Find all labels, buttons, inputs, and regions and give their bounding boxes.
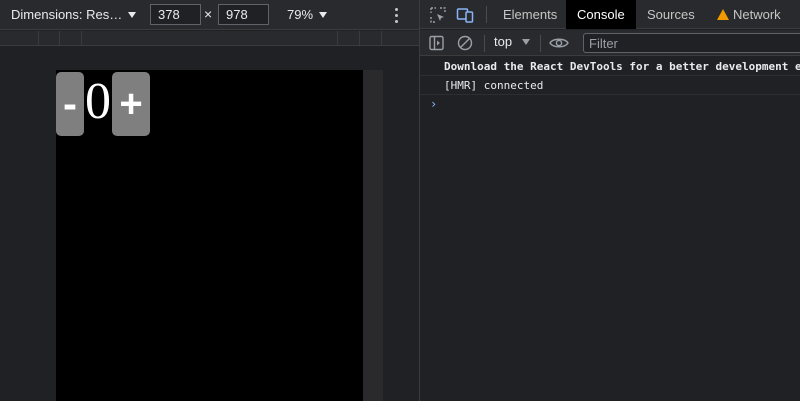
console-message: [HMR] connected <box>420 76 800 95</box>
tab-network[interactable]: Network <box>706 0 792 29</box>
viewport-resize-handle[interactable] <box>363 70 383 401</box>
height-input[interactable]: 978 <box>218 4 269 25</box>
console-output: Download the React DevTools for a better… <box>420 57 800 401</box>
media-query-ruler[interactable] <box>0 31 419 46</box>
console-message: Download the React DevTools for a better… <box>420 57 800 76</box>
context-dropdown[interactable]: top <box>494 34 531 49</box>
chevron-down-icon <box>319 11 328 18</box>
tab-elements[interactable]: Elements <box>492 0 568 29</box>
dimensions-dropdown[interactable]: Dimensions: Res… <box>11 7 137 22</box>
tab-console[interactable]: Console <box>566 0 636 29</box>
warning-triangle-icon <box>717 9 729 20</box>
counter-value: 0 <box>85 73 111 130</box>
live-expression-eye-icon[interactable] <box>548 34 570 52</box>
dimensions-label: Dimensions: Res… <box>11 7 123 22</box>
context-label: top <box>494 34 513 49</box>
console-toolbar: top <box>420 30 800 56</box>
console-prompt[interactable]: › <box>420 95 800 114</box>
device-toolbar: Dimensions: Res… 378 × 978 79% <box>0 0 419 30</box>
tab-sources[interactable]: Sources <box>636 0 706 29</box>
filter-input[interactable] <box>583 33 800 53</box>
emulated-viewport: - 0 + <box>56 70 363 401</box>
dimension-separator: × <box>204 6 213 22</box>
chevron-down-icon <box>522 38 531 45</box>
tab-network-label: Network <box>733 7 781 22</box>
viewport-gutter <box>0 46 56 401</box>
device-toolbar-icon[interactable] <box>456 6 474 24</box>
width-input[interactable]: 378 <box>150 4 201 25</box>
inspect-element-icon[interactable] <box>429 6 447 24</box>
sidebar-toggle-icon[interactable] <box>428 34 446 52</box>
chevron-down-icon <box>128 11 137 18</box>
increment-button[interactable]: + <box>112 72 150 136</box>
device-emulation-pane: Dimensions: Res… 378 × 978 79% - 0 + <box>0 0 419 401</box>
zoom-dropdown[interactable]: 79% <box>287 7 328 22</box>
zoom-label: 79% <box>287 7 314 22</box>
devtools-tabbar: Elements Console Sources Network <box>420 0 800 29</box>
clear-console-icon[interactable] <box>456 34 474 52</box>
more-options-icon[interactable] <box>391 6 401 24</box>
decrement-button[interactable]: - <box>56 72 84 136</box>
devtools-panel: Elements Console Sources Network top Dow… <box>420 0 800 401</box>
